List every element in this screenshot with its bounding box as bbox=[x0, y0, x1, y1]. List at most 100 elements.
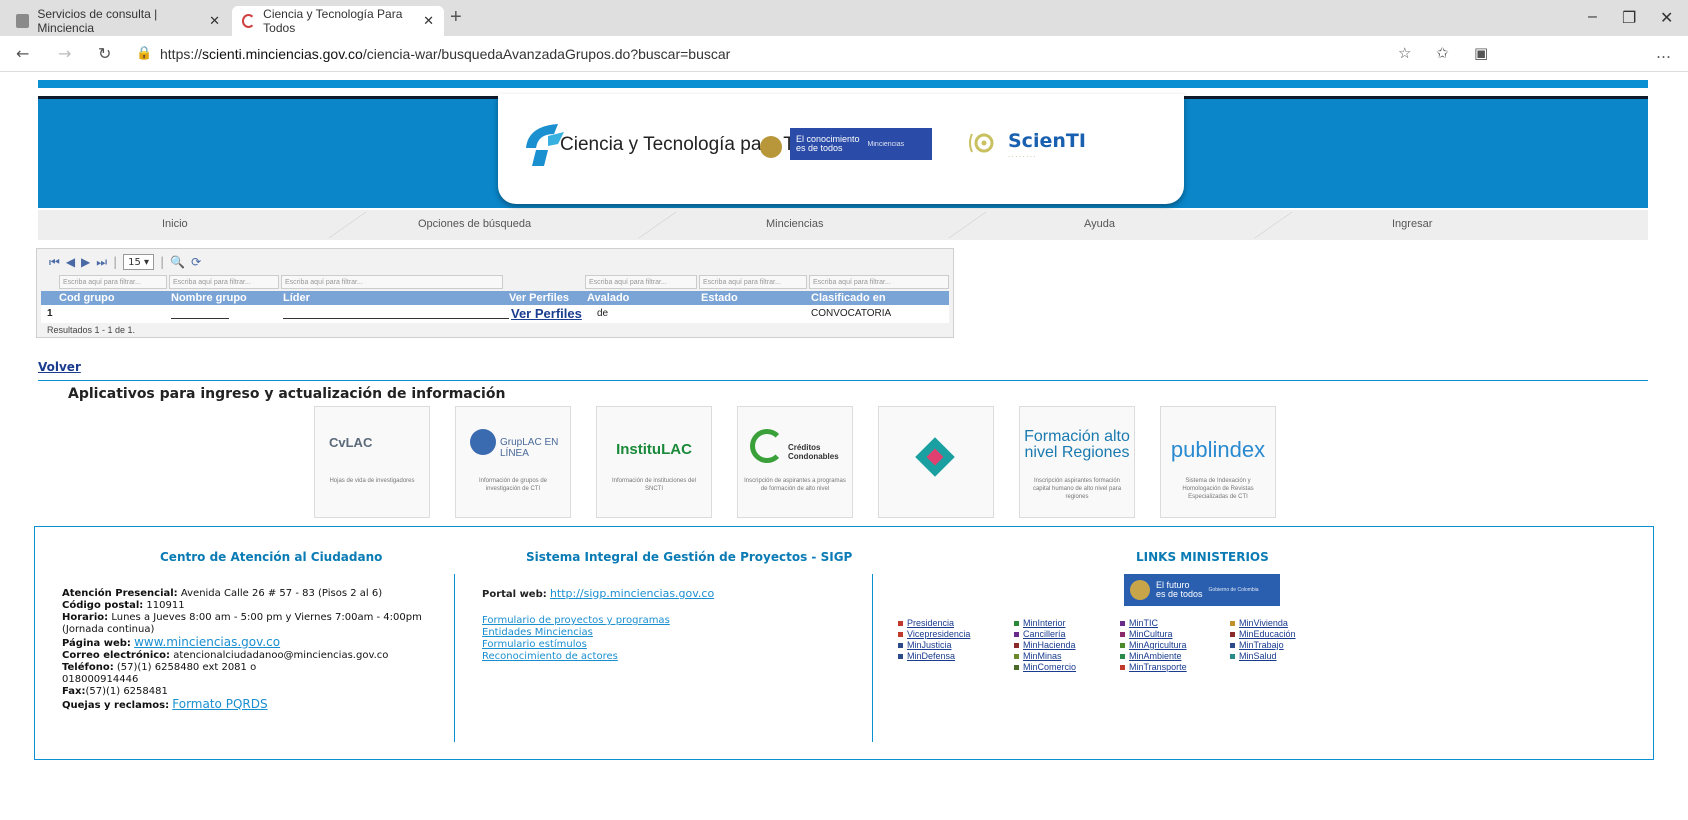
footer-divider bbox=[454, 574, 455, 742]
forward-icon[interactable]: → bbox=[58, 44, 71, 63]
menu-separator bbox=[599, 212, 677, 238]
col-ver-perfiles[interactable]: Ver Perfiles bbox=[509, 291, 569, 305]
app-gruplac[interactable]: GrupLAC EN LÍNEA Información de grupos d… bbox=[455, 406, 571, 518]
ministerio-link[interactable]: MinHacienda bbox=[1023, 640, 1076, 651]
col-avalado[interactable]: Avalado bbox=[587, 291, 629, 305]
export-icon[interactable]: ⟳ bbox=[191, 255, 201, 269]
ministerio-item: Cancillería bbox=[1014, 629, 1076, 640]
browser-tab-2[interactable]: Ciencia y Tecnología Para Todos ✕ bbox=[232, 6, 444, 36]
menu-ingresar[interactable]: Ingresar bbox=[1392, 218, 1432, 230]
col-estado[interactable]: Estado bbox=[701, 291, 738, 305]
minimize-icon[interactable]: – bbox=[1588, 8, 1597, 26]
menu-inicio[interactable]: Inicio bbox=[162, 218, 188, 230]
col-lider[interactable]: Líder bbox=[283, 291, 310, 305]
sigp-link-formulario-proyectos[interactable]: Formulario de proyectos y programas bbox=[482, 615, 714, 627]
ministerio-item: MinAgricultura bbox=[1120, 640, 1187, 651]
col-cod-grupo[interactable]: Cod grupo bbox=[59, 291, 115, 305]
filter-lider[interactable]: Escriba aquí para filtrar... bbox=[281, 275, 503, 289]
ministerio-item: MinTIC bbox=[1120, 618, 1187, 629]
filter-nombre[interactable]: Escriba aquí para filtrar... bbox=[169, 275, 279, 289]
ministerio-link[interactable]: MinDefensa bbox=[907, 651, 955, 662]
ministerio-link[interactable]: Vicepresidencia bbox=[907, 629, 970, 640]
centro-atencion-title: Centro de Atención al Ciudadano bbox=[160, 550, 383, 564]
collections-icon[interactable]: ▣ bbox=[1474, 44, 1488, 62]
bullet-square-icon bbox=[1120, 654, 1125, 659]
last-page-icon[interactable]: ⏭ bbox=[96, 255, 107, 270]
scienti-title: ScienTI bbox=[1008, 130, 1086, 152]
app-creditos-condonables[interactable]: Créditos Condonables Inscripción de aspi… bbox=[737, 406, 853, 518]
ministerio-item: MinAmbiente bbox=[1120, 651, 1187, 662]
back-icon[interactable]: ← bbox=[16, 44, 29, 63]
app-formacion-regiones[interactable]: Formación alto nivel Regiones Inscripció… bbox=[1019, 406, 1135, 518]
col-clasificado-en[interactable]: Clasificado en bbox=[811, 291, 886, 305]
close-tab-icon[interactable]: ✕ bbox=[423, 13, 434, 29]
ministerio-link[interactable]: MinTrabajo bbox=[1239, 640, 1284, 651]
ministerio-link[interactable]: MinEducación bbox=[1239, 629, 1296, 640]
app-cvlac[interactable]: CvLAC Hojas de vida de investigadores bbox=[314, 406, 430, 518]
reload-icon[interactable]: ↻ bbox=[98, 44, 111, 63]
web-link[interactable]: www.minciencias.gov.co bbox=[134, 635, 280, 649]
cell-cod: 1 bbox=[47, 308, 53, 319]
ministerio-link[interactable]: MinVivienda bbox=[1239, 618, 1288, 629]
ministerio-link[interactable]: MinAgricultura bbox=[1129, 640, 1187, 651]
prev-page-icon[interactable]: ◀ bbox=[66, 255, 75, 269]
search-icon[interactable]: 🔍 bbox=[170, 255, 185, 269]
sigp-link-reconocimiento[interactable]: Reconocimiento de actores bbox=[482, 651, 714, 663]
ministerio-link[interactable]: MinInterior bbox=[1023, 618, 1066, 629]
ver-perfiles-link[interactable]: Ver Perfiles bbox=[511, 306, 582, 321]
app-publindex[interactable]: publindex Sistema de Indexación y Homolo… bbox=[1160, 406, 1276, 518]
next-page-icon[interactable]: ▶ bbox=[81, 255, 90, 269]
ministerios-col-2: MinInterior Cancillería MinHacienda MinMina… bbox=[1014, 618, 1076, 673]
ministerio-link[interactable]: MinCultura bbox=[1129, 629, 1173, 640]
bullet-square-icon bbox=[1014, 654, 1019, 659]
ministerio-link[interactable]: MinMinas bbox=[1023, 651, 1062, 662]
url-prefix: https:// bbox=[160, 46, 203, 62]
col-nombre-grupo[interactable]: Nombre grupo bbox=[171, 291, 247, 305]
quejas-label: Quejas y reclamos: bbox=[62, 700, 170, 711]
ministerio-link[interactable]: MinJusticia bbox=[907, 640, 952, 651]
sigp-portal-link[interactable]: http://sigp.minciencias.gov.co bbox=[550, 587, 714, 600]
more-icon[interactable]: … bbox=[1656, 44, 1671, 62]
footer-divider bbox=[872, 574, 873, 742]
sigp-link-estimulos[interactable]: Formulario estímulos bbox=[482, 639, 714, 651]
filter-avalado[interactable]: Escriba aquí para filtrar... bbox=[585, 275, 697, 289]
menu-separator bbox=[289, 212, 367, 238]
fax-label: Fax: bbox=[62, 686, 86, 697]
ministerio-link[interactable]: MinComercio bbox=[1023, 662, 1076, 673]
favorite-add-icon[interactable]: ☆ bbox=[1398, 44, 1411, 62]
ministerio-link[interactable]: MinTransporte bbox=[1129, 662, 1187, 673]
bullet-square-icon bbox=[898, 643, 903, 648]
filter-cod[interactable]: Escriba aquí para filtrar... bbox=[59, 275, 167, 289]
pqrds-link[interactable]: Formato PQRDS bbox=[172, 697, 267, 711]
ministerio-link[interactable]: MinAmbiente bbox=[1129, 651, 1182, 662]
bullet-square-icon bbox=[1230, 632, 1235, 637]
ministerio-item: Vicepresidencia bbox=[898, 629, 970, 640]
ministerio-link[interactable]: MinTIC bbox=[1129, 618, 1158, 629]
close-window-icon[interactable]: ✕ bbox=[1660, 8, 1673, 28]
favorites-icon[interactable]: ✩ bbox=[1436, 44, 1449, 62]
sigp-link-entidades[interactable]: Entidades Minciencias bbox=[482, 627, 714, 639]
ministerio-item: MinDefensa bbox=[898, 651, 970, 662]
filter-clasificado[interactable]: Escriba aquí para filtrar... bbox=[809, 275, 949, 289]
ministerio-link[interactable]: Presidencia bbox=[907, 618, 954, 629]
filter-estado[interactable]: Escriba aquí para filtrar... bbox=[699, 275, 807, 289]
page-size-select[interactable]: 15 ▾ bbox=[123, 254, 155, 270]
lock-icon[interactable]: 🔒 bbox=[136, 46, 152, 61]
volver-link[interactable]: Volver bbox=[38, 360, 81, 374]
app-generic[interactable] bbox=[878, 406, 994, 518]
ministerio-link[interactable]: MinSalud bbox=[1239, 651, 1277, 662]
app-institulac[interactable]: InstituLAC Información de instituciones … bbox=[596, 406, 712, 518]
maximize-icon[interactable]: ❐ bbox=[1622, 8, 1636, 28]
app-desc: Inscripción de aspirantes a programas de… bbox=[744, 478, 846, 492]
menu-minciencias[interactable]: Minciencias bbox=[766, 218, 823, 230]
menu-opciones-busqueda[interactable]: Opciones de búsqueda bbox=[418, 218, 531, 230]
ministerio-link[interactable]: Cancillería bbox=[1023, 629, 1066, 640]
new-tab-icon[interactable]: + bbox=[450, 6, 462, 29]
browser-tab-1[interactable]: Servicios de consulta | Minciencia ✕ bbox=[6, 6, 230, 36]
first-page-icon[interactable]: ⏮ bbox=[49, 255, 60, 270]
horario-value: Lunes a Jueves 8:00 am - 5:00 pm y Viern… bbox=[62, 612, 422, 635]
url-field[interactable]: https://scienti.minciencias.gov.co/cienc… bbox=[160, 46, 730, 62]
menu-ayuda[interactable]: Ayuda bbox=[1084, 218, 1115, 230]
close-tab-icon[interactable]: ✕ bbox=[209, 13, 220, 29]
ministerio-item: MinTransporte bbox=[1120, 662, 1187, 673]
